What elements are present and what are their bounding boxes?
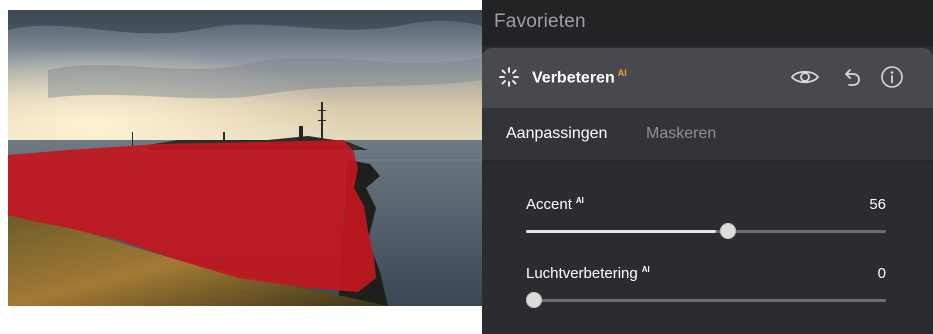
slider-sky-label-group: Luchtverbetering AI (526, 265, 650, 282)
tool-title-label: Verbeteren (532, 69, 615, 87)
favorites-header: Favorieten (482, 0, 933, 46)
info-button[interactable] (877, 62, 907, 92)
slider-accent-label: Accent (526, 196, 572, 213)
tool-header-enhance[interactable]: Verbeteren AI (482, 48, 933, 108)
slider-sky-label: Luchtverbetering (526, 265, 638, 282)
tab-adjustments[interactable]: Aanpassingen (506, 125, 607, 143)
visibility-toggle-button[interactable] (790, 62, 820, 92)
undo-icon (841, 66, 863, 88)
slider-sky-handle[interactable] (526, 292, 542, 308)
tool-title: Verbeteren AI (532, 68, 627, 87)
tabs-bar: Aanpassingen Maskeren (482, 108, 933, 161)
sparkle-icon (498, 66, 520, 88)
slider-sky-ai-badge: AI (641, 265, 650, 274)
slider-accent-track[interactable] (526, 230, 886, 233)
photo-canvas[interactable] (8, 10, 482, 306)
info-icon (880, 65, 904, 89)
eye-icon (790, 67, 820, 87)
slider-accent-handle[interactable] (719, 223, 736, 239)
slider-accent-label-group: Accent AI (526, 196, 584, 213)
slider-sky-track[interactable] (526, 299, 886, 302)
ai-badge: AI (617, 68, 627, 78)
photo-image (8, 10, 482, 306)
favorites-title: Favorieten (494, 11, 586, 32)
slider-accent-ai-badge: AI (575, 196, 584, 205)
slider-accent-fill (526, 230, 716, 233)
reset-button[interactable] (837, 62, 867, 92)
slider-accent-value: 56 (869, 196, 886, 213)
slider-sky-value: 0 (877, 265, 886, 282)
tab-masking[interactable]: Maskeren (646, 125, 716, 143)
adjustments-panel: Favorieten Verbeteren AI Aanpassingen Ma… (482, 0, 933, 334)
